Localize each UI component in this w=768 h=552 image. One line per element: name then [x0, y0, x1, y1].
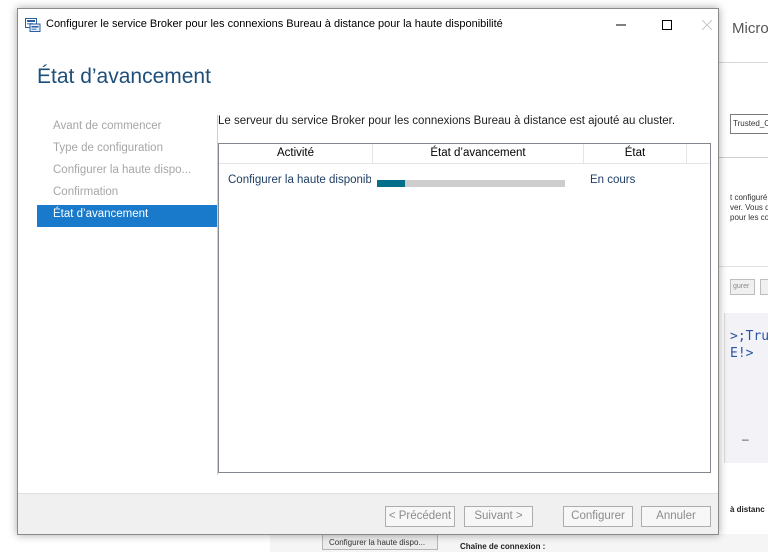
column-header-progress[interactable]: État d’avancement [373, 144, 584, 164]
table-header: Activité État d’avancement État [219, 144, 710, 164]
sidebar-item-configure-high-availability: Configurer la haute dispo... [53, 164, 192, 176]
background-bottom-tab[interactable]: Configurer la haute dispo... [322, 534, 438, 550]
background-button[interactable] [760, 279, 768, 295]
background-code-line: E!> [730, 346, 754, 361]
activity-cell: Configurer la haute disponibilité [228, 174, 371, 186]
background-divider [718, 157, 768, 158]
configure-button[interactable]: Configurer [563, 506, 633, 527]
status-message: Le serveur du service Broker pour les co… [218, 115, 676, 127]
background-button[interactable]: gurer [730, 279, 755, 295]
background-bottom-right-label: à distanc [730, 505, 765, 514]
cancel-button[interactable]: Annuler [641, 506, 711, 527]
background-paragraph-line: pour les co [730, 213, 768, 222]
background-paragraph-line: ver. Vous d [730, 203, 768, 212]
next-button[interactable]: Suivant > [464, 506, 533, 527]
state-cell: En cours [590, 174, 636, 186]
sidebar-item-progress[interactable]: État d’avancement [37, 205, 217, 227]
maximize-icon [662, 20, 672, 30]
column-header-activity[interactable]: Activité [219, 144, 373, 164]
sidebar-item-before-you-begin: Avant de commencer [53, 120, 162, 132]
wizard-steps-sidebar: Avant de commencer Type de configuration… [37, 117, 217, 227]
dialog-title: Configurer le service Broker pour les co… [46, 18, 503, 30]
background-paragraph: t configuré ver. Vous d pour les co [730, 193, 768, 223]
button-bar: < Précédent Suivant > Configurer Annuler [18, 493, 718, 534]
background-input[interactable]: Trusted_Co [730, 114, 768, 134]
previous-button[interactable]: < Précédent [385, 506, 455, 527]
progress-table[interactable]: Activité État d’avancement État Configur… [218, 143, 711, 473]
sidebar-item-confirmation: Confirmation [53, 186, 119, 198]
sidebar-item-configuration-type: Type de configuration [53, 142, 163, 154]
background-divider [718, 266, 768, 267]
progress-bar-fill [377, 180, 406, 187]
table-row[interactable]: Configurer la haute disponibilité En cou… [219, 174, 710, 194]
background-divider [718, 62, 768, 63]
background-bottom-label: Chaîne de connexion : [460, 542, 546, 551]
column-header-state[interactable]: État [584, 144, 687, 164]
close-button[interactable] [684, 9, 730, 41]
minimize-button[interactable] [598, 9, 644, 41]
background-dash: – [742, 432, 749, 446]
background-window-title: Microso [732, 20, 768, 37]
minimize-icon [616, 24, 626, 26]
wizard-dialog: Configurer le service Broker pour les co… [17, 8, 719, 535]
close-icon [702, 20, 712, 30]
title-bar[interactable]: Configurer le service Broker pour les co… [18, 9, 718, 41]
page-title: État d’avancement [37, 65, 211, 88]
server-manager-icon [25, 18, 41, 32]
progress-bar [377, 180, 565, 187]
background-code-line: >;Tru [730, 329, 768, 344]
background-paragraph-line: t configuré [730, 193, 768, 202]
